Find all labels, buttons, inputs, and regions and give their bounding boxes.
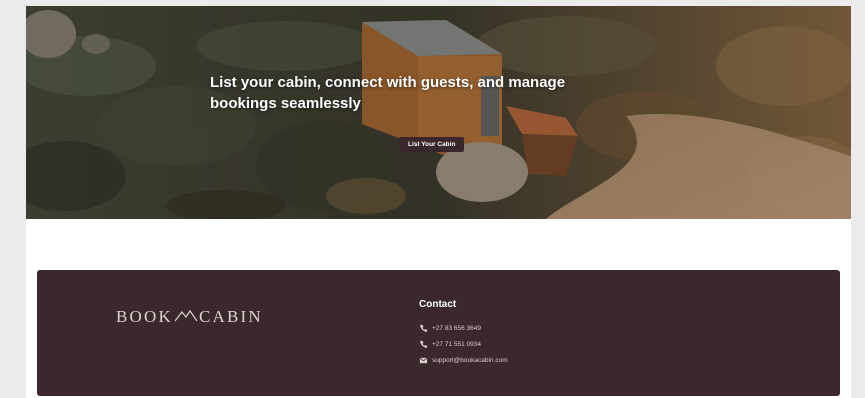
mail-icon [419, 356, 428, 365]
contact-list: +27 83 656 3649 +27 71 551 0934 support@… [419, 320, 508, 368]
contact-email-text: support@bookacabin.com [432, 356, 508, 364]
logo-text-right: CABIN [198, 307, 263, 326]
phone-icon [419, 340, 428, 349]
hero-banner: List your cabin, connect with guests, an… [26, 6, 851, 219]
mountain-icon [174, 307, 198, 327]
contact-heading: Contact [419, 299, 457, 310]
brand-logo[interactable]: BOOK CABIN [116, 307, 263, 327]
page: List your cabin, connect with guests, an… [26, 6, 851, 398]
site-footer: BOOK CABIN Contact +27 83 656 3649 +27 7 [37, 270, 840, 396]
phone-icon [419, 324, 428, 333]
contact-phone-2-text: +27 71 551 0934 [432, 340, 481, 348]
contact-phone-1-text: +27 83 656 3649 [432, 324, 481, 332]
contact-phone-2[interactable]: +27 71 551 0934 [419, 336, 508, 352]
logo-text-left: BOOK [116, 307, 173, 326]
contact-email[interactable]: support@bookacabin.com [419, 352, 508, 368]
contact-phone-1[interactable]: +27 83 656 3649 [419, 320, 508, 336]
hero-headline: List your cabin, connect with guests, an… [210, 74, 566, 112]
list-your-cabin-button[interactable]: List Your Cabin [399, 137, 465, 152]
